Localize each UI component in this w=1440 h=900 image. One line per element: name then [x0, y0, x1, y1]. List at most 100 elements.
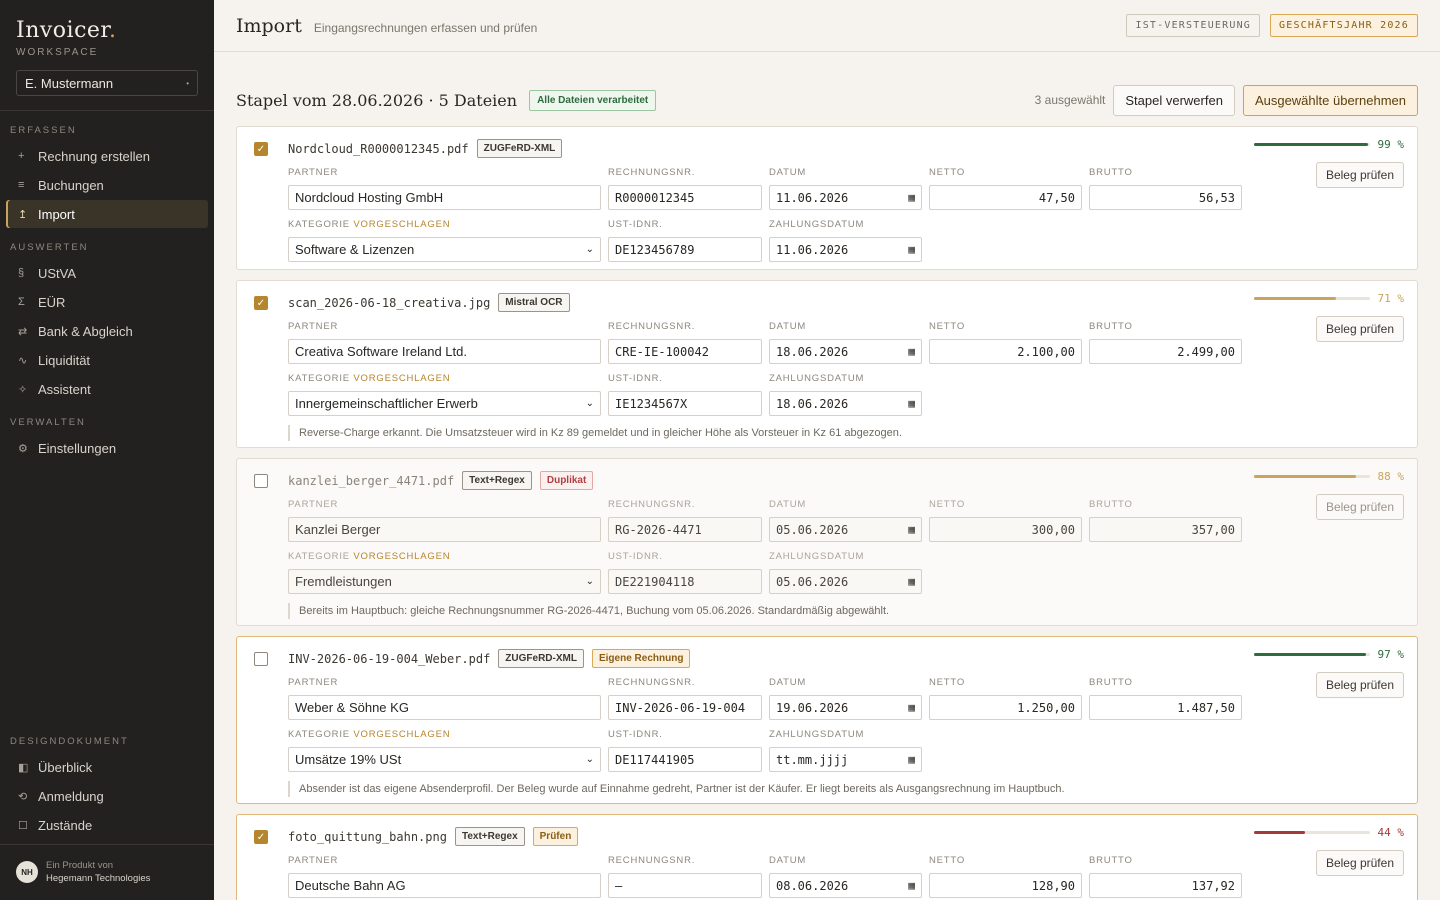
fiscal-year-badge[interactable]: GESCHÄFTSJAHR 2026: [1270, 14, 1418, 37]
sidebar-item-rechnung-erstellen[interactable]: + Rechnung erstellen: [6, 142, 208, 170]
invoice-number-input-label: RECHNUNGSNR.: [608, 677, 762, 690]
field-label-text: KATEGORIE: [288, 373, 350, 384]
select-checkbox[interactable]: ✓: [254, 296, 268, 310]
sidebar-item-zustände[interactable]: ☐ Zustände: [6, 811, 208, 839]
field-row: KATEGORIE VORGESCHLAGEN Umsätze 19% USt ⌄ U…: [288, 729, 1248, 772]
sidebar-item-assistent[interactable]: ✧ Assistent: [6, 375, 208, 403]
select-checkbox[interactable]: ✓: [254, 142, 268, 156]
vat-id-input[interactable]: IE1234567X: [608, 391, 762, 416]
net-amount-input-group: NETTO 1.250,00: [929, 677, 1082, 720]
invoice-number-input-label: RECHNUNGSNR.: [608, 499, 762, 512]
net-amount-input-group: NETTO 2.100,00: [929, 321, 1082, 364]
nav-section-title: DESIGNDOKUMENT: [10, 736, 129, 747]
field-label-text: BRUTTO: [1089, 167, 1133, 178]
invoice-fields: PARTNER Nordcloud Hosting GmbH RECHNUNGSNR…: [288, 167, 1248, 271]
sidebar-item-eür[interactable]: Σ EÜR: [6, 288, 208, 316]
check-document-button[interactable]: Beleg prüfen: [1315, 494, 1404, 520]
net-amount-input-group: NETTO 128,90: [929, 855, 1082, 898]
invoice-date-input-value: 08.06.2026: [776, 878, 849, 893]
calendar-icon[interactable]: ▦: [908, 523, 915, 536]
invoice-date-input[interactable]: 11.06.2026 ▦: [769, 185, 922, 210]
topbar: Import Eingangsrechnungen erfassen und p…: [214, 0, 1440, 52]
partner-input[interactable]: Deutsche Bahn AG: [288, 873, 601, 898]
invoice-date-input[interactable]: 05.06.2026 ▦: [769, 517, 922, 542]
net-amount-input[interactable]: 128,90: [929, 873, 1082, 898]
invoice-date-input[interactable]: 19.06.2026 ▦: [769, 695, 922, 720]
select-checkbox[interactable]: [254, 652, 268, 666]
sidebar-item-label: UStVA: [38, 265, 77, 281]
check-document-button[interactable]: Beleg prüfen: [1315, 672, 1404, 698]
invoice-date-input[interactable]: 18.06.2026 ▦: [769, 339, 922, 364]
category-select[interactable]: Fremdleistungen ⌄: [288, 569, 601, 594]
page-subtitle: Eingangsrechnungen erfassen und prüfen: [313, 20, 538, 35]
invoice-number-input[interactable]: RG-2026-4471: [608, 517, 762, 542]
calendar-icon[interactable]: ▦: [908, 701, 915, 714]
invoice-number-input-group: RECHNUNGSNR. —: [608, 855, 762, 898]
category-select[interactable]: Innergemeinschaftlicher Erwerb ⌄: [288, 391, 601, 416]
discard-batch-button[interactable]: Stapel verwerfen: [1113, 84, 1235, 116]
field-label-text: RECHNUNGSNR.: [608, 167, 696, 178]
sigma-icon: Σ: [18, 296, 25, 308]
calendar-icon[interactable]: ▦: [908, 753, 915, 766]
gross-amount-input[interactable]: 56,53: [1089, 185, 1242, 210]
invoice-date-input[interactable]: 08.06.2026 ▦: [769, 873, 922, 898]
net-amount-input[interactable]: 300,00: [929, 517, 1082, 542]
gross-amount-input[interactable]: 137,92: [1089, 873, 1242, 898]
confidence-meter: 71 %: [1253, 292, 1404, 305]
sidebar-item-ustva[interactable]: § UStVA: [6, 259, 208, 287]
net-amount-input[interactable]: 47,50: [929, 185, 1082, 210]
list-icon: ≡: [18, 179, 25, 191]
vat-id-input[interactable]: DE117441905: [608, 747, 762, 772]
payment-date-input[interactable]: tt.mm.jjjj ▦: [769, 747, 922, 772]
calendar-icon[interactable]: ▦: [908, 879, 915, 892]
sidebar-item-label: Import: [38, 206, 75, 222]
field-label-text: RECHNUNGSNR.: [608, 499, 696, 510]
gross-amount-input[interactable]: 2.499,00: [1089, 339, 1242, 364]
invoice-number-input[interactable]: INV-2026-06-19-004: [608, 695, 762, 720]
calendar-icon[interactable]: ▦: [908, 345, 915, 358]
calendar-icon[interactable]: ▦: [908, 191, 915, 204]
vat-id-input-label: UST-IDNR.: [608, 729, 762, 742]
sidebar-item-bank-abgleich[interactable]: ⇄ Bank & Abgleich: [6, 317, 208, 345]
net-amount-input[interactable]: 1.250,00: [929, 695, 1082, 720]
category-select[interactable]: Software & Lizenzen ⌄: [288, 237, 601, 262]
check-document-button[interactable]: Beleg prüfen: [1315, 850, 1404, 876]
calendar-icon[interactable]: ▦: [908, 575, 915, 588]
sidebar-item-import[interactable]: ↥ Import: [6, 200, 208, 228]
check-document-button[interactable]: Beleg prüfen: [1315, 316, 1404, 342]
vat-id-input[interactable]: DE221904118: [608, 569, 762, 594]
invoice-number-input[interactable]: CRE-IE-100042: [608, 339, 762, 364]
category-select[interactable]: Umsätze 19% USt ⌄: [288, 747, 601, 772]
partner-input[interactable]: Weber & Söhne KG: [288, 695, 601, 720]
transfer-icon: ⇄: [18, 325, 28, 338]
sidebar-item-anmeldung[interactable]: ⟲ Anmeldung: [6, 782, 208, 810]
check-document-button[interactable]: Beleg prüfen: [1315, 162, 1404, 188]
sidebar-item-überblick[interactable]: ◧ Überblick: [6, 753, 208, 781]
field-label-text: BRUTTO: [1089, 499, 1133, 510]
payment-date-input[interactable]: 11.06.2026 ▦: [769, 237, 922, 262]
workspace-user-select[interactable]: E. Mustermann •: [16, 70, 198, 96]
payment-date-input[interactable]: 05.06.2026 ▦: [769, 569, 922, 594]
apply-selected-button[interactable]: Ausgewählte übernehmen: [1242, 84, 1418, 116]
partner-input[interactable]: Kanzlei Berger: [288, 517, 601, 542]
sidebar-item-buchungen[interactable]: ≡ Buchungen: [6, 171, 208, 199]
vat-id-input[interactable]: DE123456789: [608, 237, 762, 262]
select-checkbox[interactable]: ✓: [254, 830, 268, 844]
select-checkbox[interactable]: [254, 474, 268, 488]
tax-mode-badge[interactable]: IST-VERSTEUERUNG: [1126, 14, 1261, 37]
invoice-number-input[interactable]: —: [608, 873, 762, 898]
net-amount-input-group: NETTO 300,00: [929, 499, 1082, 542]
sidebar-item-liquidität[interactable]: ∿ Liquidität: [6, 346, 208, 374]
calendar-icon[interactable]: ▦: [908, 243, 915, 256]
invoice-number-input[interactable]: R0000012345: [608, 185, 762, 210]
net-amount-input[interactable]: 2.100,00: [929, 339, 1082, 364]
footer: NH Ein Produkt von Hegemann Technologies: [0, 844, 214, 885]
sidebar-item-einstellungen[interactable]: ⚙ Einstellungen: [6, 434, 208, 462]
partner-input[interactable]: Nordcloud Hosting GmbH: [288, 185, 601, 210]
gross-amount-input[interactable]: 1.487,50: [1089, 695, 1242, 720]
partner-input[interactable]: Creativa Software Ireland Ltd.: [288, 339, 601, 364]
calendar-icon[interactable]: ▦: [908, 397, 915, 410]
gross-amount-input[interactable]: 357,00: [1089, 517, 1242, 542]
payment-date-input[interactable]: 18.06.2026 ▦: [769, 391, 922, 416]
invoice-date-input-group: DATUM 19.06.2026 ▦: [769, 677, 922, 720]
